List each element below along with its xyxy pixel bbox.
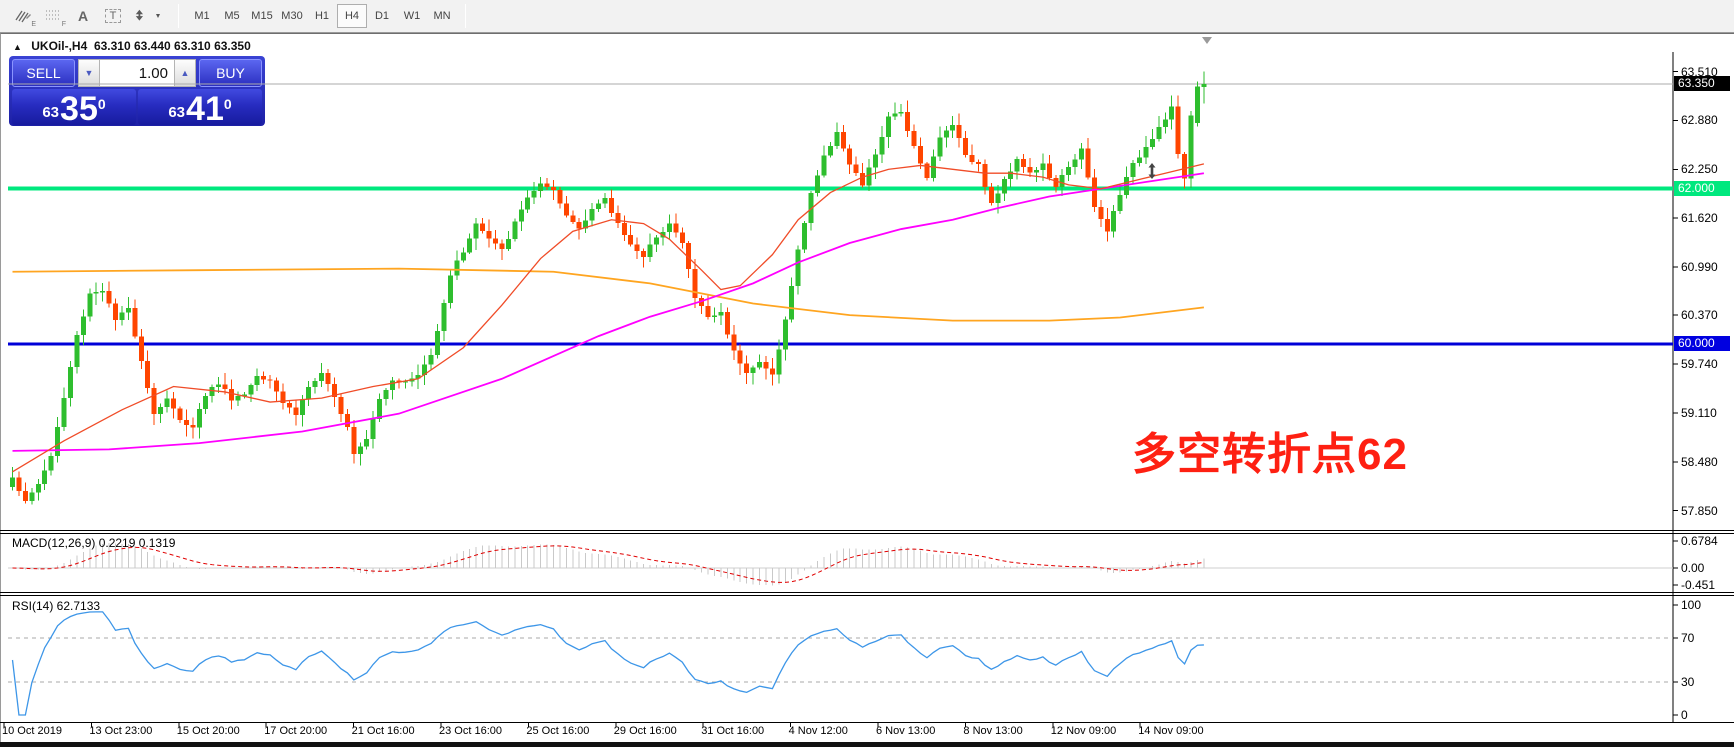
buy-price-tile[interactable]: 63 41 0 [138,89,262,125]
timeframe-button-d1[interactable]: D1 [367,4,397,28]
panel-separator [0,595,1734,596]
fibonacci-icon-sub: F [62,21,66,28]
volume-input[interactable]: 1.00 [100,59,174,87]
annotation-text: 多空转折点62 [1132,418,1408,482]
toolbar: E F A T M1M5M15M30H1H4D1W1MN [0,0,1734,33]
chart-window: ▲ UKOil-,H4 63.310 63.440 63.310 63.350 … [0,33,1734,743]
collapse-triangle-icon[interactable]: ▲ [13,42,22,52]
volume-increase-button[interactable]: ▲ [174,59,196,87]
timeframe-button-m1[interactable]: M1 [187,4,217,28]
timeframe-button-m15[interactable]: M15 [247,4,277,28]
rsi-label: RSI(14) 62.7133 [12,599,100,613]
chart-ohlc-values: 63.310 63.440 63.310 63.350 [94,39,251,53]
toolbar-separator [465,4,466,28]
sell-price-prefix: 63 [42,104,59,121]
window-bottom-edge [0,742,1734,747]
text-label-icon[interactable]: A [68,3,98,29]
sell-button[interactable]: SELL [12,59,75,87]
timeframe-bar: M1M5M15M30H1H4D1W1MN [187,4,457,28]
mt4-terminal: E F A T M1M5M15M30H1H4D1W1MN ▲ UKOil-,H4… [0,0,1734,750]
timeframe-button-h4[interactable]: H4 [337,4,367,28]
sell-price-main: 35 [60,94,98,124]
timeframe-button-h1[interactable]: H1 [307,4,337,28]
timeframe-button-m30[interactable]: M30 [277,4,307,28]
text-box-icon[interactable]: T [98,3,128,29]
sell-price-tile[interactable]: 63 35 0 [12,89,136,125]
indicators-icon[interactable]: E [8,3,38,29]
panel-separator [0,722,1734,723]
panel-separator[interactable] [0,592,1734,593]
volume-decrease-button[interactable]: ▼ [78,59,100,87]
fibonacci-grid-icon[interactable]: F [38,3,68,29]
buy-price-sup: 0 [224,96,232,112]
macd-label: MACD(12,26,9) 0.2219 0.1319 [12,536,175,550]
panel-separator [0,533,1734,534]
cursor-mode-icon[interactable] [128,3,170,29]
toolbar-separator [178,4,179,28]
chart-title: ▲ UKOil-,H4 63.310 63.440 63.310 63.350 [13,39,251,53]
volume-spinner: ▼ 1.00 ▲ [78,59,196,87]
chart-symbol: UKOil-,H4 [31,39,87,53]
buy-price-main: 41 [186,94,224,124]
indicators-icon-sub: E [31,21,36,28]
panel-separator[interactable] [0,530,1734,531]
timeframe-button-mn[interactable]: MN [427,4,457,28]
buy-price-prefix: 63 [168,104,185,121]
timeframe-button-w1[interactable]: W1 [397,4,427,28]
timeframe-button-m5[interactable]: M5 [217,4,247,28]
buy-button[interactable]: BUY [199,59,262,87]
one-click-trading-panel: SELL ▼ 1.00 ▲ BUY 63 35 0 63 41 0 [9,56,265,126]
sell-price-sup: 0 [98,96,106,112]
